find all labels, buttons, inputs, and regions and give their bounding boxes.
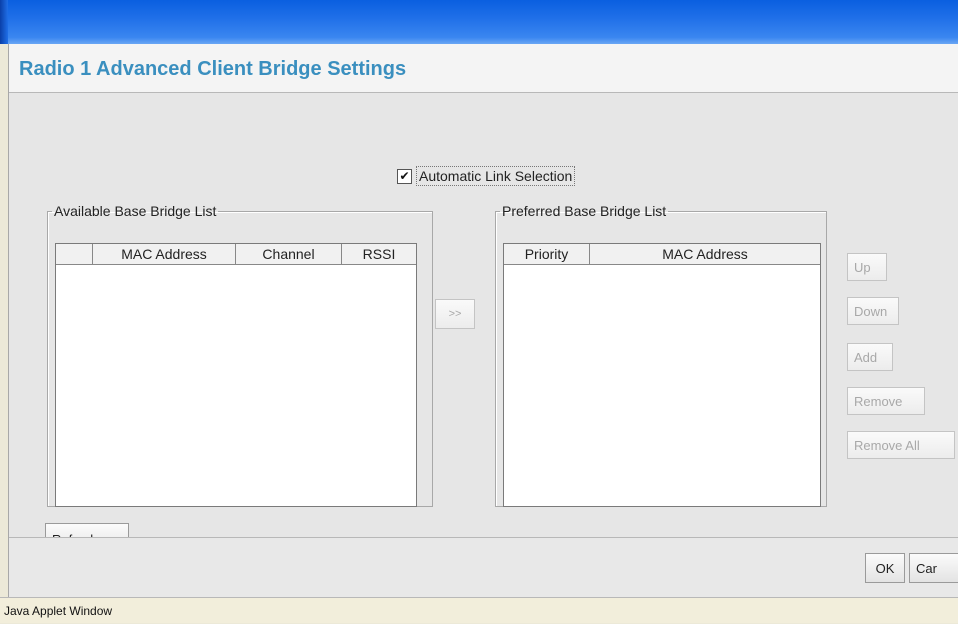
move-to-preferred-button[interactable]: >>	[435, 299, 475, 329]
preferred-table-header: Priority MAC Address	[504, 244, 820, 265]
preferred-bridge-legend: Preferred Base Bridge List	[502, 203, 667, 219]
applet-status-bar: Java Applet Window	[0, 597, 958, 623]
auto-link-selection-label[interactable]: Automatic Link Selection	[416, 166, 576, 186]
page-title: Radio 1 Advanced Client Bridge Settings	[19, 58, 407, 80]
add-button[interactable]: Add	[847, 343, 893, 371]
available-table-header: MAC Address Channel RSSI	[56, 244, 416, 265]
col-header-priority[interactable]: Priority	[504, 244, 590, 264]
header-band: Radio 1 Advanced Client Bridge Settings	[9, 44, 958, 93]
main-panel: ✔ Automatic Link Selection Available Bas…	[9, 93, 958, 555]
auto-link-selection-row[interactable]: ✔ Automatic Link Selection	[397, 165, 576, 187]
dialog-button-bar: OK Car	[9, 537, 958, 598]
preferred-bridge-table[interactable]: Priority MAC Address	[503, 243, 821, 507]
titlebar-edge	[0, 0, 8, 44]
remove-all-button[interactable]: Remove All	[847, 431, 955, 459]
preferred-bridge-group: Preferred Base Bridge List Priority MAC …	[495, 203, 827, 507]
col-header-mac-address[interactable]: MAC Address	[93, 244, 236, 264]
available-bridge-table[interactable]: MAC Address Channel RSSI	[55, 243, 417, 507]
col-header-select[interactable]	[56, 244, 93, 264]
available-bridge-group: Available Base Bridge List MAC Address C…	[47, 203, 433, 507]
available-bridge-legend: Available Base Bridge List	[54, 203, 217, 219]
cancel-button[interactable]: Car	[909, 553, 958, 583]
auto-link-selection-checkbox[interactable]: ✔	[397, 168, 412, 184]
remove-button[interactable]: Remove	[847, 387, 925, 415]
window-titlebar	[0, 0, 958, 44]
ok-button[interactable]: OK	[865, 553, 905, 583]
col-header-preferred-mac-address[interactable]: MAC Address	[590, 244, 820, 264]
up-button[interactable]: Up	[847, 253, 887, 281]
dialog-content: Radio 1 Advanced Client Bridge Settings …	[8, 44, 958, 598]
checkmark-icon: ✔	[399, 169, 410, 183]
col-header-rssi[interactable]: RSSI	[342, 244, 416, 264]
col-header-channel[interactable]: Channel	[236, 244, 342, 264]
down-button[interactable]: Down	[847, 297, 899, 325]
